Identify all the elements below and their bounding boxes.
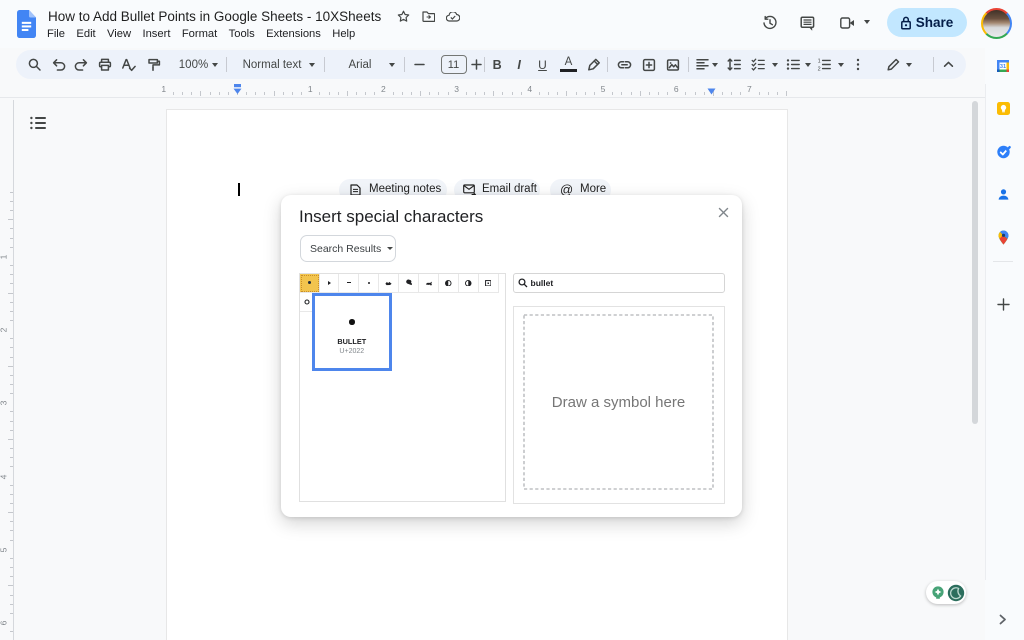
svg-text:2: 2: [818, 67, 821, 72]
svg-text:31: 31: [999, 64, 1005, 70]
svg-text:1: 1: [818, 59, 821, 65]
